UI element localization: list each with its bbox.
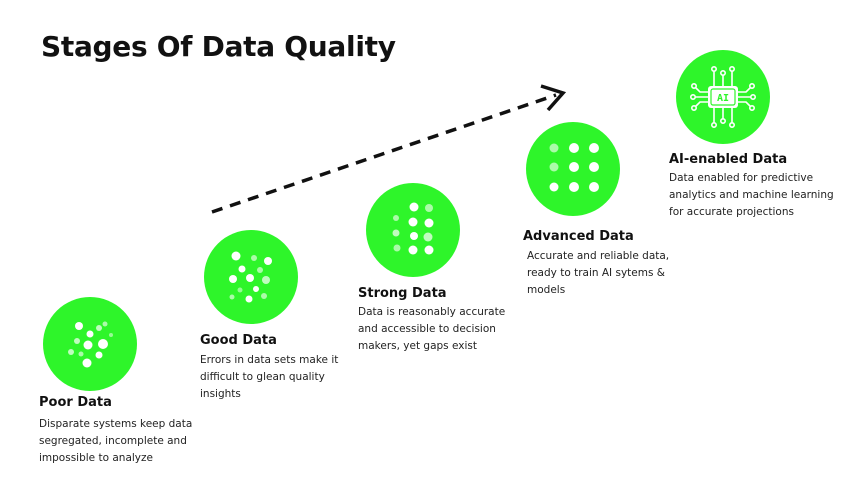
- stage-title-ai-enabled-data: AI-enabled Data: [669, 152, 788, 167]
- stage-title-strong-data: Strong Data: [358, 286, 447, 301]
- scattered-dots-icon: [68, 321, 113, 368]
- stage-strong-data-circle: [366, 183, 460, 277]
- scattered-dots-icon: [229, 251, 272, 303]
- stage-title-advanced-data: Advanced Data: [523, 229, 634, 244]
- stage-desc-strong-data: Data is reasonably accurate and accessib…: [358, 306, 506, 352]
- stage-good-data-circle: [204, 230, 298, 324]
- stage-desc-ai-enabled-data: Data enabled for predictive analytics an…: [669, 172, 834, 218]
- stage-poor-data-circle: [43, 297, 137, 391]
- stage-desc-poor-data: Disparate systems keep data segregated, …: [39, 418, 193, 464]
- stage-desc-good-data: Errors in data sets make it difficult to…: [200, 354, 339, 400]
- stage-ai-enabled-data-circle: AI: [676, 50, 770, 144]
- stage-title-poor-data: Poor Data: [39, 395, 112, 410]
- ai-chip-icon: AI: [690, 65, 757, 129]
- stage-advanced-data-circle: [526, 122, 620, 216]
- grid-dots-icon: [549, 143, 599, 192]
- stage-desc-advanced-data: Accurate and reliable data, ready to tra…: [527, 250, 670, 296]
- ai-chip-label: AI: [717, 93, 729, 104]
- stage-title-good-data: Good Data: [200, 333, 277, 348]
- semi-grid-dots-icon: [392, 202, 434, 255]
